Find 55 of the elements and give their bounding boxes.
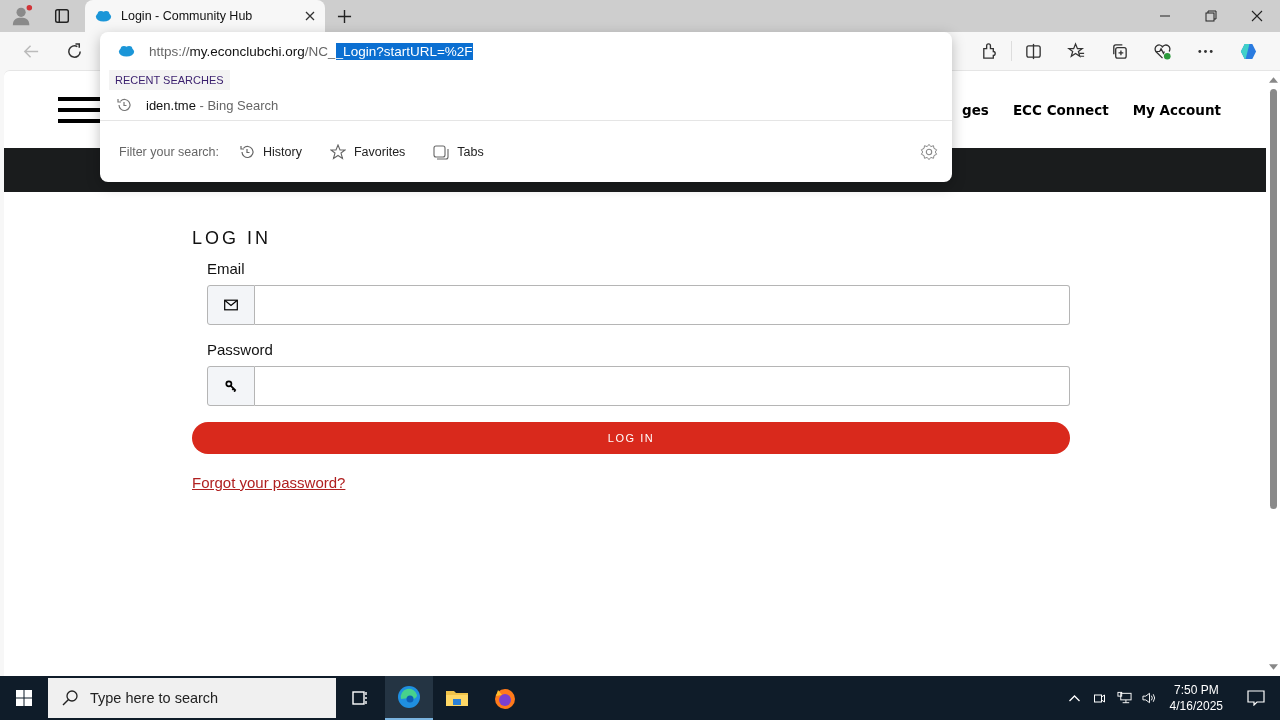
- filter-button[interactable]: Favorites: [329, 143, 406, 160]
- health-icon[interactable]: [1153, 41, 1172, 61]
- login-button[interactable]: LOG IN: [192, 422, 1070, 454]
- close-icon[interactable]: [1251, 10, 1263, 22]
- new-tab-icon[interactable]: [337, 8, 352, 24]
- input-field[interactable]: [255, 285, 1070, 325]
- history-icon: [239, 143, 256, 160]
- profile-icon[interactable]: [11, 5, 33, 27]
- restore-icon[interactable]: [1205, 10, 1217, 22]
- nav-link[interactable]: ges: [962, 101, 989, 118]
- page-heading: LOG IN: [192, 228, 272, 249]
- favorites-icon[interactable]: [1067, 41, 1086, 61]
- clock-time[interactable]: 7:50 PM: [1173, 682, 1219, 698]
- split-screen-icon[interactable]: [1024, 41, 1043, 61]
- envelope-icon: [224, 299, 238, 311]
- scroll-down-icon[interactable]: [1268, 664, 1278, 670]
- close-icon[interactable]: [305, 11, 315, 21]
- start-icon[interactable]: [16, 690, 32, 706]
- tab-actions-icon[interactable]: [53, 7, 71, 25]
- key-icon: [224, 380, 238, 392]
- search-icon: [62, 690, 78, 706]
- forgot-password-link[interactable]: Forgot your password?: [192, 474, 346, 491]
- clock-date[interactable]: 4/16/2025: [1169, 698, 1223, 714]
- filter-button[interactable]: History: [239, 143, 302, 160]
- filter-label: Filter your search:: [119, 144, 220, 159]
- fox-browser-icon: [493, 686, 517, 710]
- refresh-icon[interactable]: [65, 41, 84, 61]
- history-icon: [116, 97, 132, 113]
- network-icon[interactable]: [1116, 691, 1132, 705]
- settings-icon[interactable]: [920, 142, 938, 161]
- browser-icon: [397, 685, 421, 709]
- task-view-icon[interactable]: [350, 688, 370, 708]
- browser-tab[interactable]: Login - Community Hub: [85, 0, 325, 32]
- camera-icon[interactable]: [1091, 691, 1107, 705]
- field-label: Password: [207, 341, 274, 358]
- scroll-up-icon[interactable]: [1268, 77, 1278, 83]
- tabs-icon: [433, 143, 450, 160]
- nav-link[interactable]: ECC Connect: [1012, 101, 1109, 118]
- search-suggestion[interactable]: iden.tme - Bing Search: [100, 90, 952, 121]
- collections-icon[interactable]: [1110, 41, 1129, 61]
- taskbar-search-field[interactable]: Type here to search: [48, 678, 336, 718]
- field-label: Email: [207, 260, 246, 277]
- copilot-icon[interactable]: [1239, 41, 1258, 61]
- cloud-icon: [118, 45, 135, 57]
- taskbar-app[interactable]: [385, 676, 433, 720]
- input-field[interactable]: [255, 366, 1070, 406]
- section-label: RECENT SEARCHES: [109, 70, 230, 90]
- filter-button[interactable]: Tabs: [433, 143, 484, 160]
- nav-link[interactable]: My Account: [1132, 101, 1221, 118]
- notifications-icon[interactable]: [1247, 690, 1265, 706]
- extensions-icon[interactable]: [980, 41, 999, 61]
- volume-icon[interactable]: [1141, 691, 1157, 705]
- star-icon: [329, 143, 346, 160]
- cloud-icon: [95, 10, 112, 22]
- menu-icon[interactable]: [58, 96, 102, 123]
